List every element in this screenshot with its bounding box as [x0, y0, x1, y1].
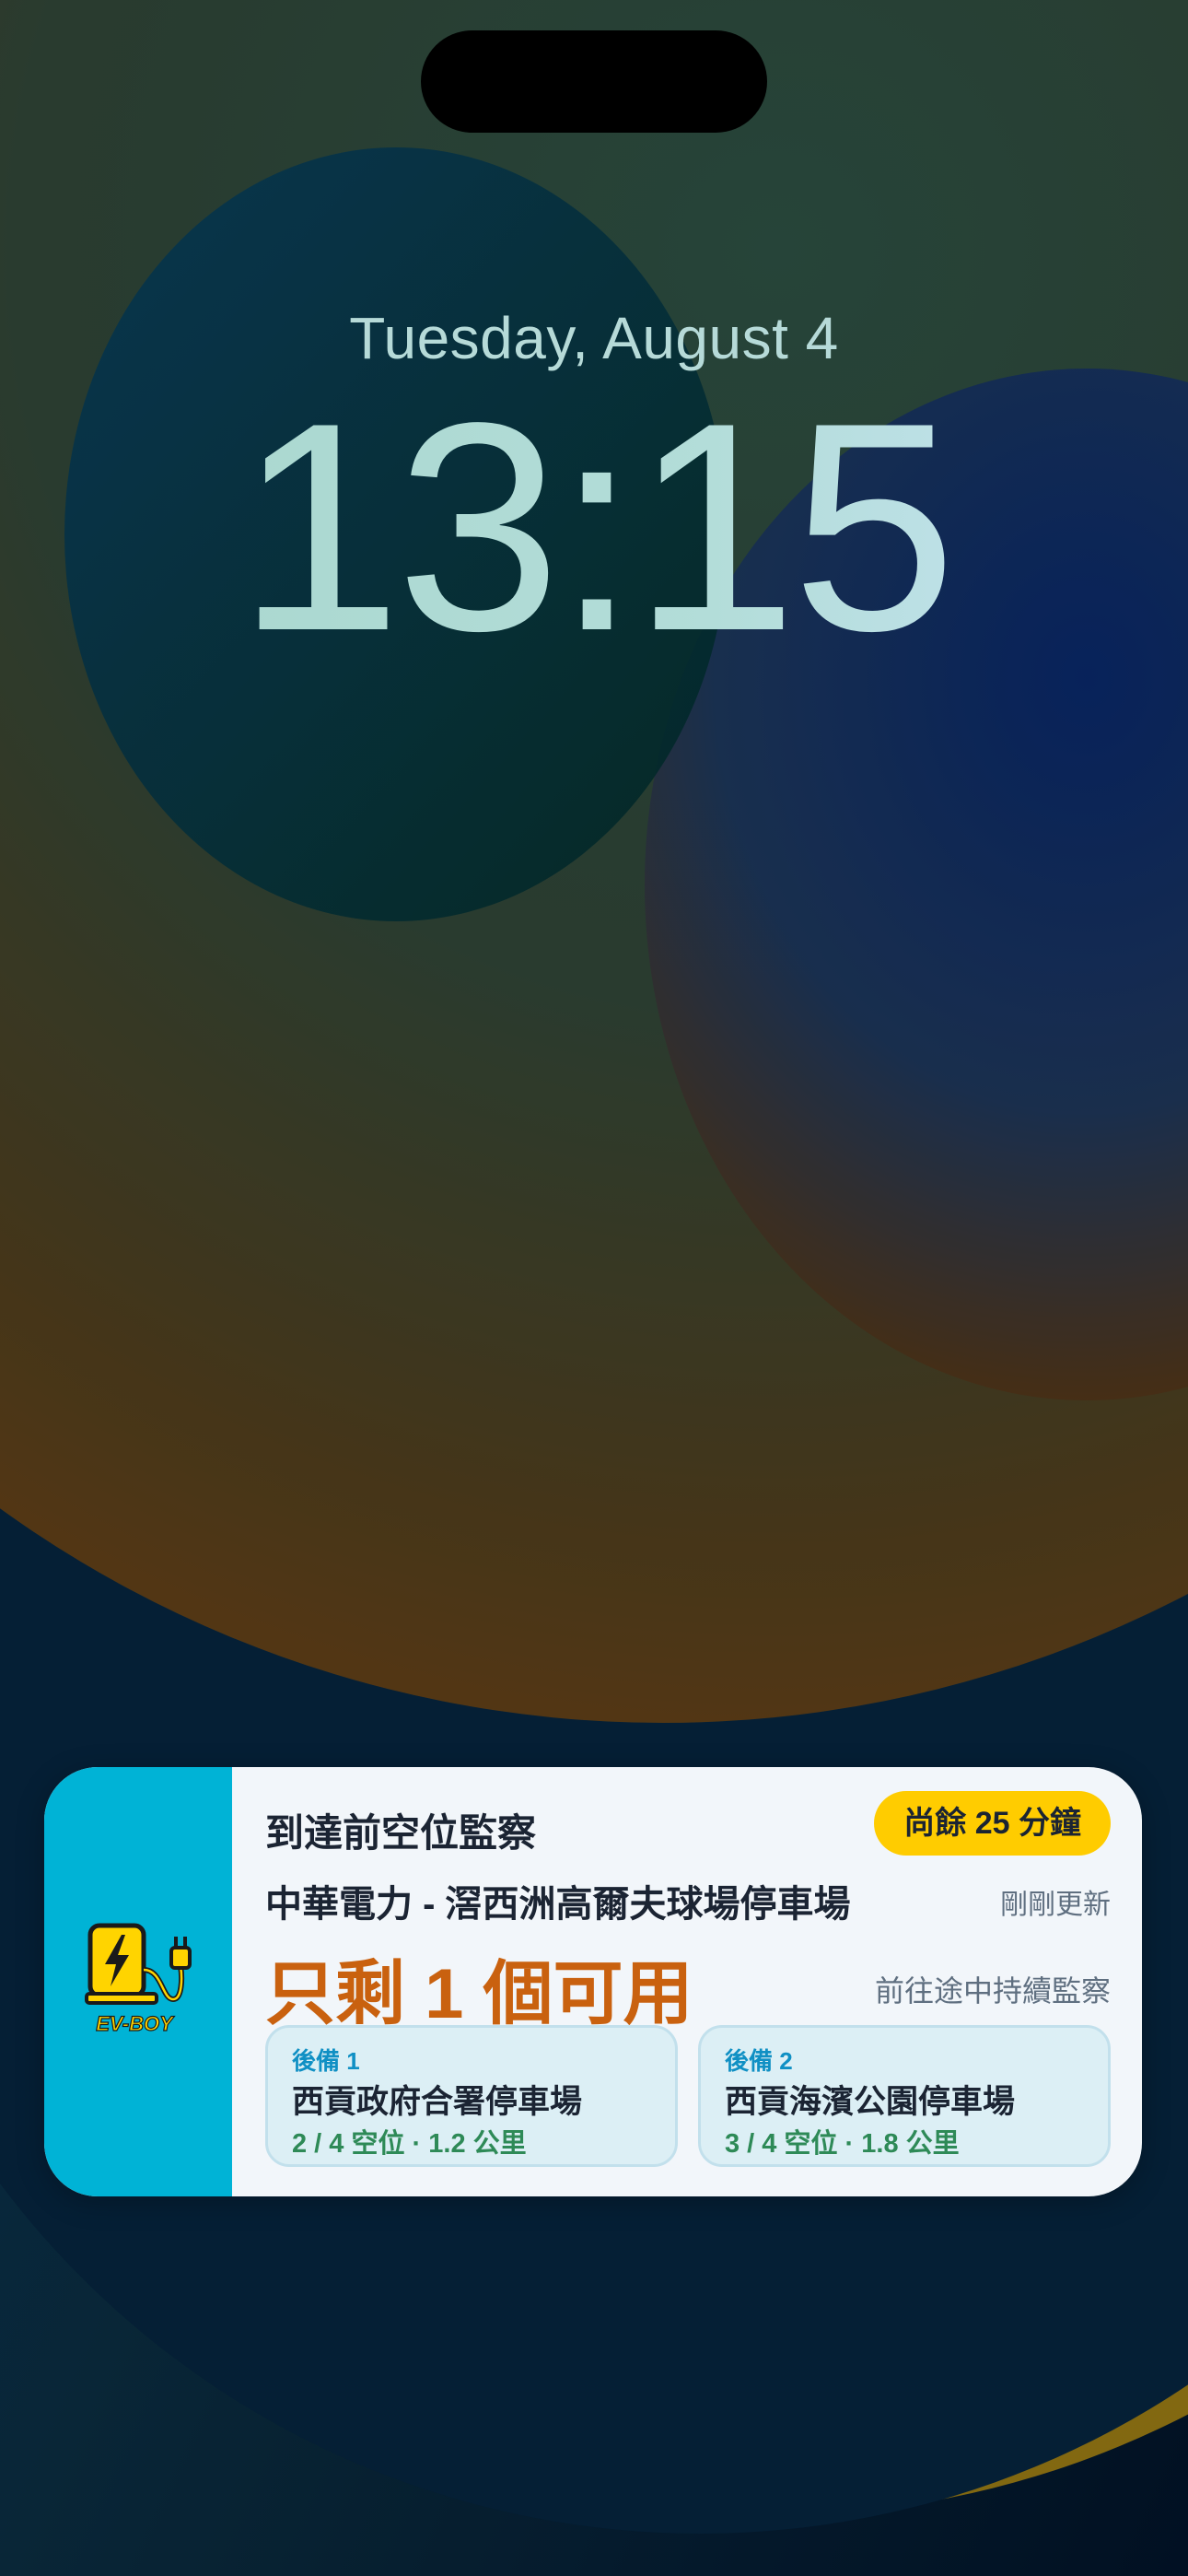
live-activity-app-strip: EV-BOY [44, 1767, 232, 2196]
activity-title: 到達前空位監察 [265, 1811, 537, 1855]
svg-text:EV-BOY: EV-BOY [96, 2012, 175, 2035]
backup-station-card[interactable]: 後備 2 西貢海濱公園停車場 3 / 4 空位 · 1.8 公里 [698, 2025, 1111, 2167]
ev-charger-plug-icon: EV-BOY [85, 1923, 192, 2036]
monitoring-status: 前往途中持續監察 [874, 1974, 1111, 2008]
backup-station-card[interactable]: 後備 1 西貢政府合署停車場 2 / 4 空位 · 1.2 公里 [265, 2025, 678, 2167]
backup-tag: 後備 1 [292, 2047, 360, 2075]
station-name: 中華電力 - 滘西洲高爾夫球場停車場 [265, 1884, 851, 1925]
live-activity-content: 到達前空位監察 尚餘 25 分鐘 中華電力 - 滘西洲高爾夫球場停車場 剛剛更新… [232, 1767, 1142, 2196]
live-activity-card[interactable]: EV-BOY 到達前空位監察 尚餘 25 分鐘 中華電力 - 滘西洲高爾夫球場停… [44, 1767, 1142, 2196]
backup-name: 西貢海濱公園停車場 [725, 2084, 1016, 2120]
updated-status: 剛剛更新 [1000, 1890, 1111, 1920]
dynamic-island [421, 30, 767, 133]
availability-count: 只剩 1 個可用 [265, 1955, 693, 2033]
backup-name: 西貢政府合署停車場 [292, 2084, 583, 2120]
countdown-badge: 尚餘 25 分鐘 [874, 1791, 1111, 1856]
backup-detail: 2 / 4 空位 · 1.2 公里 [292, 2129, 527, 2159]
backup-detail: 3 / 4 空位 · 1.8 公里 [725, 2129, 960, 2159]
lock-screen-time: 13:15 [0, 380, 1188, 676]
backup-tag: 後備 2 [725, 2047, 793, 2075]
